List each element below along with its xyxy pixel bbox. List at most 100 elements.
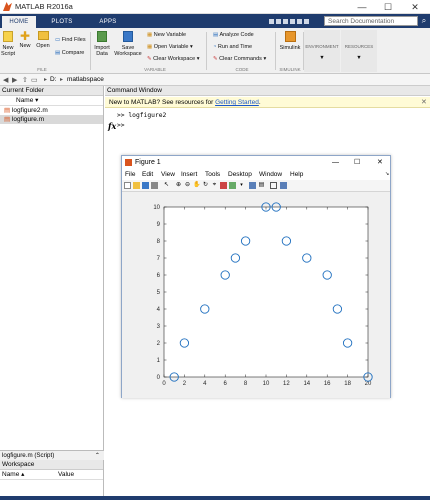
data-cursor-icon[interactable]: ⌖ [211, 182, 218, 189]
sort-icon[interactable]: ▾ [35, 97, 38, 104]
insert-colorbar-icon[interactable] [249, 182, 256, 189]
minimize-button[interactable]: — [351, 1, 373, 13]
tab-plots[interactable]: PLOTS [44, 16, 80, 28]
brush-dropdown-icon[interactable]: ▾ [238, 182, 245, 189]
run-and-time-icon: ◔ [213, 44, 217, 50]
environment-expand-icon[interactable]: ▼ [304, 55, 340, 62]
new-figure-icon[interactable] [124, 182, 131, 189]
command-window-title: Command Window [105, 86, 430, 96]
browse-folder-icon[interactable]: ▭ [31, 76, 38, 84]
figure-window[interactable]: Figure 1 — ☐ ✕ File Edit View Insert Too… [121, 155, 391, 398]
new-script-button[interactable]: New Script [0, 31, 16, 58]
new-variable-button[interactable]: ▦ New Variable [147, 32, 186, 38]
back-icon[interactable]: ◀ [3, 76, 8, 84]
matlab-file-icon: ▤ [4, 116, 11, 123]
pan-icon[interactable]: ✋ [193, 182, 200, 189]
menu-desktop[interactable]: Desktop [228, 169, 252, 180]
x-tick-label: 0 [162, 381, 166, 387]
tab-home[interactable]: HOME [2, 16, 36, 28]
compare-button[interactable]: ▤ Compare [55, 50, 84, 56]
sort-icon[interactable]: ▴ [21, 471, 24, 478]
menu-tools[interactable]: Tools [205, 169, 220, 180]
figure-minimize-button[interactable]: — [332, 156, 339, 169]
getting-started-link[interactable]: Getting Started [215, 99, 259, 106]
menu-edit[interactable]: Edit [142, 169, 153, 180]
banner-close-icon[interactable]: ✕ [421, 98, 427, 106]
clear-workspace-icon: ✎ [147, 56, 152, 62]
new-button[interactable]: ✚ New [17, 30, 33, 49]
brush-icon[interactable] [220, 182, 227, 189]
show-plot-tools-icon[interactable] [280, 182, 287, 189]
clear-commands-button[interactable]: ✎ Clear Commands ▾ [213, 56, 266, 62]
figure-close-button[interactable]: ✕ [377, 156, 383, 169]
command-history-line: >> logfigure2 [117, 112, 167, 119]
edit-plot-icon[interactable]: ↖ [163, 182, 170, 189]
y-tick-label: 8 [157, 239, 161, 245]
x-tick-label: 18 [344, 381, 351, 387]
simulink-button[interactable]: Simulink [279, 31, 301, 51]
resources-section[interactable]: RESOURCES ▼ [341, 30, 377, 72]
tab-apps[interactable]: APPS [90, 16, 126, 28]
workspace-header: Name ▴ Value [0, 470, 103, 480]
close-button[interactable]: ✕ [404, 1, 426, 13]
up-folder-icon[interactable]: ⇧ [22, 76, 28, 84]
menu-insert[interactable]: Insert [181, 169, 197, 180]
zoom-out-icon[interactable]: ⊖ [184, 182, 191, 189]
workspace-panel: Workspace Name ▴ Value [0, 460, 104, 496]
save-workspace-button[interactable]: Save Workspace [114, 31, 142, 58]
figure-canvas: 0 2 4 6 8 10 12 14 16 18 20 0 1 2 3 4 5 6 7 8 9 10 [122, 193, 390, 398]
save-figure-icon[interactable] [142, 182, 149, 189]
window-title: MATLAB R2016a [15, 2, 73, 11]
rotate-3d-icon[interactable]: ↻ [202, 182, 209, 189]
analyze-code-icon: ▤ [213, 32, 219, 38]
menu-help[interactable]: Help [290, 169, 303, 180]
function-browser-icon[interactable]: fx [108, 121, 116, 131]
list-item-selected[interactable]: ▤ logfigure.m [0, 115, 103, 124]
x-tick-label: 12 [283, 381, 290, 387]
scatter-plot: 0 2 4 6 8 10 12 14 16 18 20012345678910 [153, 202, 373, 387]
name-column-header[interactable]: Name ▾ [0, 96, 103, 106]
x-tick-label: 4 [203, 381, 207, 387]
new-variable-icon: ▦ [147, 32, 153, 38]
import-data-button[interactable]: Import Data [93, 31, 111, 58]
run-and-time-button[interactable]: ◔ Run and Time [213, 44, 252, 50]
open-variable-icon: ▦ [147, 44, 153, 50]
open-button[interactable]: Open [35, 31, 51, 49]
menu-window[interactable]: Window [259, 169, 282, 180]
menu-file[interactable]: File [125, 169, 135, 180]
compare-icon: ▤ [55, 50, 61, 56]
figure-title: Figure 1 [135, 159, 161, 166]
resources-expand-icon[interactable]: ▼ [341, 55, 377, 62]
clear-workspace-button[interactable]: ✎ Clear Workspace ▾ [147, 56, 200, 62]
search-documentation-input[interactable]: Search Documentation [324, 16, 418, 26]
find-files-button[interactable]: ▭ Find Files [55, 37, 86, 43]
hide-plot-tools-icon[interactable] [270, 182, 277, 189]
menu-dock-icon[interactable]: ↘ [385, 169, 389, 180]
list-item[interactable]: ▤ logfigure2.m [0, 106, 103, 115]
workspace-name-column[interactable]: Name ▴ [2, 470, 24, 480]
path-separator: ▸ [60, 77, 64, 83]
y-tick-label: 3 [157, 324, 161, 330]
path-folder[interactable]: matlabspace [67, 76, 104, 83]
path-drive[interactable]: D: [50, 76, 57, 83]
open-file-icon[interactable] [133, 182, 140, 189]
environment-section[interactable]: ENVIRONMENT ▼ [304, 30, 340, 72]
print-figure-icon[interactable] [151, 182, 158, 189]
forward-icon[interactable]: ▶ [12, 76, 17, 84]
command-prompt[interactable]: >> [117, 122, 125, 129]
search-icon[interactable]: ⌕ [419, 16, 429, 26]
matlab-file-icon: ▤ [4, 107, 11, 114]
y-tick-label: 0 [157, 375, 161, 381]
y-tick-label: 6 [157, 273, 161, 279]
menu-view[interactable]: View [161, 169, 175, 180]
y-tick-label: 5 [157, 290, 161, 296]
insert-legend-icon[interactable]: ▤ [258, 182, 265, 189]
maximize-button[interactable]: ☐ [377, 1, 399, 13]
link-plot-icon[interactable] [229, 182, 236, 189]
details-bar[interactable]: logfigure.m (Script) ⌃ [0, 450, 104, 460]
analyze-code-button[interactable]: ▤ Analyze Code [213, 32, 254, 38]
open-variable-button[interactable]: ▦ Open Variable ▾ [147, 44, 193, 50]
zoom-in-icon[interactable]: ⊕ [175, 182, 182, 189]
workspace-value-column[interactable]: Value [58, 470, 74, 480]
figure-maximize-button[interactable]: ☐ [354, 156, 360, 169]
